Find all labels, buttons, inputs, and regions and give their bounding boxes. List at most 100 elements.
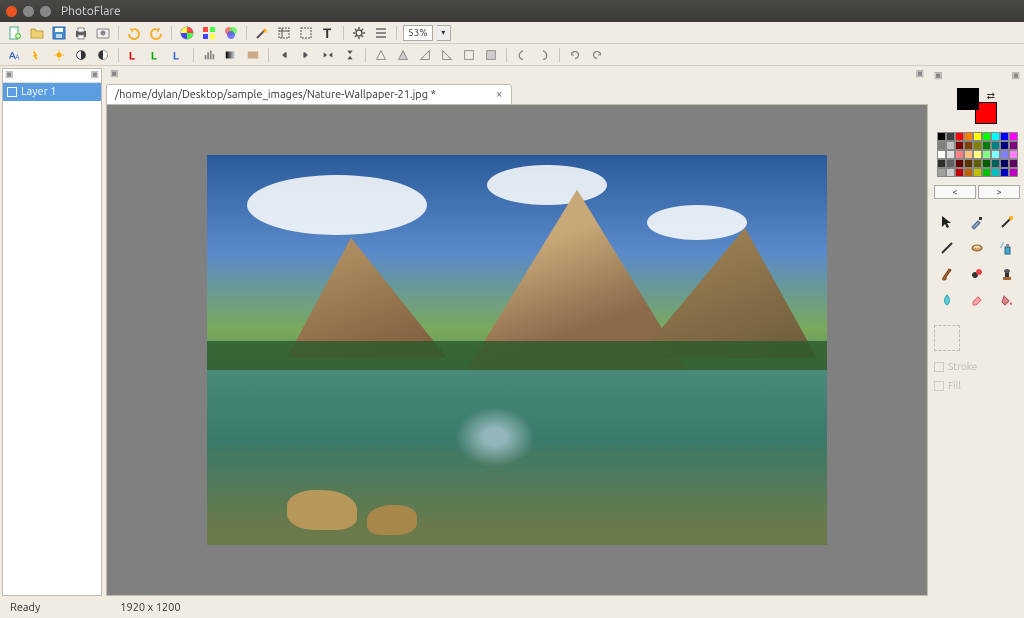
invert-button[interactable] [94,46,112,64]
ear-right-button[interactable] [535,46,553,64]
image-canvas[interactable] [207,155,827,545]
palette-swatch[interactable] [937,141,946,150]
palette-swatch[interactable] [964,150,973,159]
contrast-button[interactable] [72,46,90,64]
palette-swatch[interactable] [1000,159,1009,168]
new-file-button[interactable] [6,24,24,42]
palette-swatch[interactable] [973,159,982,168]
colorize-button[interactable] [222,24,240,42]
palette-swatch[interactable] [991,141,1000,150]
palette-swatch[interactable] [955,168,964,177]
print-button[interactable] [72,24,90,42]
brush-tool[interactable] [934,263,960,285]
palette-swatch[interactable] [1000,150,1009,159]
palette-swatch[interactable] [955,141,964,150]
fill-option[interactable]: Fill [934,380,1020,391]
palette-swatch[interactable] [991,132,1000,141]
palette-swatch[interactable] [946,150,955,159]
blue-channel-button[interactable]: L [169,46,187,64]
rgb-channels-button[interactable] [200,24,218,42]
stroke-option[interactable]: Stroke [934,361,1020,372]
palette-swatch[interactable] [1000,141,1009,150]
save-file-button[interactable] [50,24,68,42]
palette-swatch[interactable] [955,132,964,141]
green-channel-button[interactable]: L [147,46,165,64]
palette-swatch[interactable] [982,141,991,150]
palette-swatch[interactable] [1009,150,1018,159]
histogram-button[interactable] [200,46,218,64]
panel-detach-icon[interactable]: ▣ [5,69,14,82]
foreground-color-swatch[interactable] [957,88,979,110]
canvas-viewport[interactable] [106,104,928,596]
clone-tool[interactable] [964,263,990,285]
tools-detach-icon[interactable]: ▣ [934,70,943,82]
tools-close-icon[interactable]: ▣ [1011,70,1020,82]
palette-prev-button[interactable]: < [934,185,976,199]
auto-levels-button[interactable] [28,46,46,64]
palette-swatch[interactable] [1009,168,1018,177]
flip-v-button[interactable] [341,46,359,64]
palette-swatch[interactable] [964,141,973,150]
rotate-cw-button[interactable] [588,46,606,64]
deform5-button[interactable] [460,46,478,64]
palette-swatch[interactable] [982,159,991,168]
magic-wand-tool[interactable] [994,211,1020,233]
gradient-button[interactable] [222,46,240,64]
fill-checkbox[interactable] [934,381,944,391]
select-button[interactable] [297,24,315,42]
rotate-ccw-button[interactable] [566,46,584,64]
undo-button[interactable] [125,24,143,42]
palette-swatch[interactable] [1009,132,1018,141]
palette-swatch[interactable] [964,159,973,168]
pointer-tool[interactable] [934,211,960,233]
text-effect-button[interactable]: AA [6,46,24,64]
crop-button[interactable] [275,24,293,42]
palette-swatch[interactable] [1000,168,1009,177]
fill-tool[interactable] [994,289,1020,311]
palette-swatch[interactable] [1009,159,1018,168]
palette-swatch[interactable] [964,168,973,177]
stroke-checkbox[interactable] [934,362,944,372]
window-close-button[interactable] [6,6,17,17]
tab-close-button[interactable]: × [496,88,503,101]
settings-button[interactable] [350,24,368,42]
layer-visibility-checkbox[interactable] [7,87,17,97]
layer-row[interactable]: Layer 1 [3,83,101,101]
palette-swatch[interactable] [1009,141,1018,150]
palette-swatch[interactable] [964,132,973,141]
zoom-dropdown[interactable]: ▾ [437,25,451,41]
region-detach-icon[interactable]: ▣ [110,68,119,84]
palette-swatch[interactable] [1000,132,1009,141]
screenshot-button[interactable] [94,24,112,42]
panel-close-icon[interactable]: ▣ [90,69,99,82]
palette-swatch[interactable] [946,168,955,177]
brightness-button[interactable] [50,46,68,64]
red-channel-button[interactable]: L [125,46,143,64]
palette-swatch[interactable] [973,168,982,177]
document-tab[interactable]: /home/dylan/Desktop/sample_images/Nature… [106,84,512,104]
palette-swatch[interactable] [955,159,964,168]
wand-effect-button[interactable] [253,24,271,42]
palette-swatch[interactable] [946,132,955,141]
hue-button[interactable] [178,24,196,42]
stamp-tool[interactable] [994,263,1020,285]
line-tool[interactable] [934,237,960,259]
redo-button[interactable] [147,24,165,42]
deform3-button[interactable] [416,46,434,64]
window-minimize-button[interactable] [23,6,34,17]
eraser-tool[interactable] [964,289,990,311]
spray-tool[interactable] [994,237,1020,259]
palette-swatch[interactable] [973,132,982,141]
properties-button[interactable] [372,24,390,42]
gradient2-button[interactable] [244,46,262,64]
palette-swatch[interactable] [937,168,946,177]
deform1-button[interactable] [372,46,390,64]
palette-swatch[interactable] [937,159,946,168]
swap-colors-icon[interactable]: ⇄ [987,90,995,102]
palette-swatch[interactable] [973,150,982,159]
palette-swatch[interactable] [937,132,946,141]
color-picker-tool[interactable] [964,211,990,233]
flip-h-button[interactable] [319,46,337,64]
open-file-button[interactable] [28,24,46,42]
palette-swatch[interactable] [973,141,982,150]
